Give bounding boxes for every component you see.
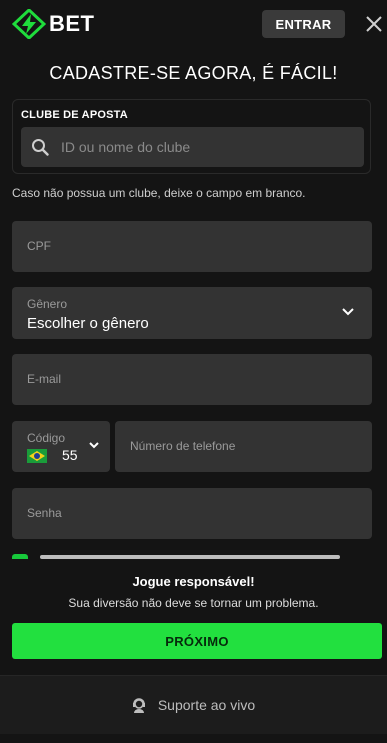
gender-value: Escolher o gênero <box>27 315 149 332</box>
logo-text: BET <box>49 11 95 36</box>
close-icon[interactable] <box>363 13 385 35</box>
cpf-field[interactable]: CPF <box>12 221 372 272</box>
password-placeholder: Senha <box>27 506 62 520</box>
code-value: 55 <box>62 447 78 463</box>
club-label: CLUBE DE APOSTA <box>21 109 128 121</box>
country-code-select[interactable]: Código 55 <box>12 421 110 472</box>
responsible-subtitle: Sua diversão não deve se tornar um probl… <box>68 596 319 610</box>
code-label: Código <box>27 431 66 445</box>
chevron-down-icon <box>342 308 354 316</box>
support-label: Suporte ao vivo <box>157 697 256 713</box>
email-field[interactable]: E-mail <box>12 354 372 405</box>
footer: Suporte ao vivo <box>0 675 387 734</box>
login-button[interactable]: ENTRAR <box>262 10 345 38</box>
header: BET ENTRAR <box>0 0 387 48</box>
search-icon <box>32 139 49 156</box>
brazil-flag-icon <box>27 449 47 463</box>
next-button[interactable]: PRÓXIMO <box>12 623 382 659</box>
responsible-title: Jogue responsável! <box>132 574 255 589</box>
phone-field[interactable]: Número de telefone <box>115 421 372 472</box>
email-placeholder: E-mail <box>27 372 62 386</box>
logo-icon <box>12 9 46 39</box>
page-title: CADASTRE-SE AGORA, É FÁCIL! <box>49 63 338 83</box>
gender-select[interactable]: Gênero Escolher o gênero <box>12 287 372 339</box>
phone-placeholder: Número de telefone <box>130 439 236 453</box>
club-hint: Caso não possua um clube, deixe o campo … <box>12 186 306 200</box>
club-section: CLUBE DE APOSTA ID ou nome do clube <box>12 99 371 174</box>
club-search-placeholder: ID ou nome do clube <box>61 139 191 155</box>
support-icon <box>132 697 145 713</box>
logo[interactable]: BET <box>12 9 95 39</box>
chevron-down-icon <box>89 442 99 449</box>
live-support-link[interactable]: Suporte ao vivo <box>0 697 387 713</box>
cpf-placeholder: CPF <box>27 239 51 253</box>
gender-label: Gênero <box>27 297 68 311</box>
password-field[interactable]: Senha <box>12 488 372 539</box>
club-search-input[interactable]: ID ou nome do clube <box>21 127 364 167</box>
